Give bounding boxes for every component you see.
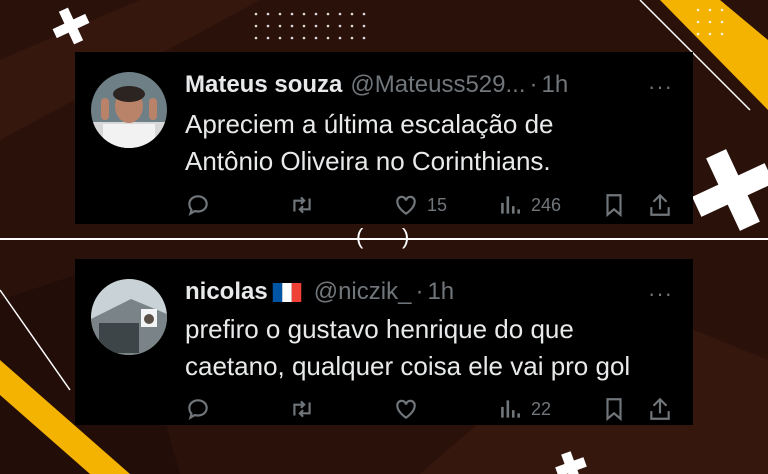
- divider-left-paren: (: [356, 224, 364, 249]
- like-icon: [396, 195, 416, 215]
- action-bar: 15 246: [185, 190, 677, 220]
- share-icon: [650, 193, 670, 216]
- bookmark-icon: [606, 194, 622, 218]
- views-icon: [501, 400, 520, 418]
- views-button[interactable]: 246: [497, 190, 561, 220]
- tweet-header: nicolas @niczik_ · 1h ···: [185, 277, 677, 307]
- divider-right-paren: ): [402, 224, 410, 249]
- like-icon: [396, 399, 416, 419]
- tweet-text-line: Antônio Oliveira no Corinthians.: [185, 146, 551, 176]
- bookmark-button[interactable]: [601, 190, 627, 220]
- avatar[interactable]: [91, 279, 167, 355]
- bookmark-button[interactable]: [601, 394, 627, 424]
- timestamp[interactable]: 1h: [427, 278, 454, 306]
- views-count: 246: [531, 194, 562, 215]
- retweet-icon: [293, 400, 311, 418]
- tweet-header: Mateus souza @Mateuss529... · 1h ···: [185, 70, 677, 100]
- tweet-card[interactable]: Mateus souza @Mateuss529... · 1h ··· Apr…: [75, 52, 693, 224]
- separator-dot: ·: [415, 278, 424, 305]
- tweet-text-line: caetano, qualquer coisa ele vai pro gol: [185, 351, 631, 381]
- display-name[interactable]: nicolas: [185, 278, 268, 306]
- france-flag: [272, 282, 301, 302]
- like-button[interactable]: 15: [393, 190, 447, 220]
- bookmark-icon: [606, 398, 622, 422]
- reply-icon: [188, 399, 208, 421]
- share-button[interactable]: [647, 190, 673, 220]
- tweet-text-line: prefiro o gustavo henrique do que: [185, 314, 574, 344]
- tweet-card[interactable]: nicolas @niczik_ · 1h ··· prefiro o gust…: [75, 259, 693, 425]
- retweet-icon: [293, 196, 311, 214]
- share-icon: [650, 397, 670, 420]
- divider-line: [0, 238, 768, 240]
- separator-dot: ·: [529, 71, 538, 98]
- user-handle[interactable]: @Mateuss529...: [350, 71, 525, 99]
- tweet-text: Apreciem a última escalação de Antônio O…: [185, 106, 677, 180]
- more-icon[interactable]: ···: [648, 281, 673, 307]
- share-button[interactable]: [647, 394, 673, 424]
- tweet-text-line: Apreciem a última escalação de: [185, 109, 554, 139]
- timestamp[interactable]: 1h: [542, 71, 569, 99]
- like-count: 15: [427, 194, 448, 215]
- reply-button[interactable]: [185, 394, 219, 424]
- retweet-button[interactable]: [289, 394, 323, 424]
- views-icon: [501, 196, 520, 214]
- reply-icon: [188, 195, 208, 217]
- tweet-text: prefiro o gustavo henrique do que caetan…: [185, 311, 677, 385]
- avatar[interactable]: [91, 72, 167, 148]
- views-button[interactable]: 22: [497, 394, 551, 424]
- views-count: 22: [531, 398, 552, 419]
- like-button[interactable]: [393, 394, 427, 424]
- user-handle[interactable]: @niczik_: [314, 278, 412, 306]
- action-bar: 22: [185, 394, 677, 424]
- display-name[interactable]: Mateus souza: [185, 71, 342, 99]
- retweet-button[interactable]: [289, 190, 323, 220]
- reply-button[interactable]: [185, 190, 219, 220]
- more-icon[interactable]: ···: [648, 74, 673, 100]
